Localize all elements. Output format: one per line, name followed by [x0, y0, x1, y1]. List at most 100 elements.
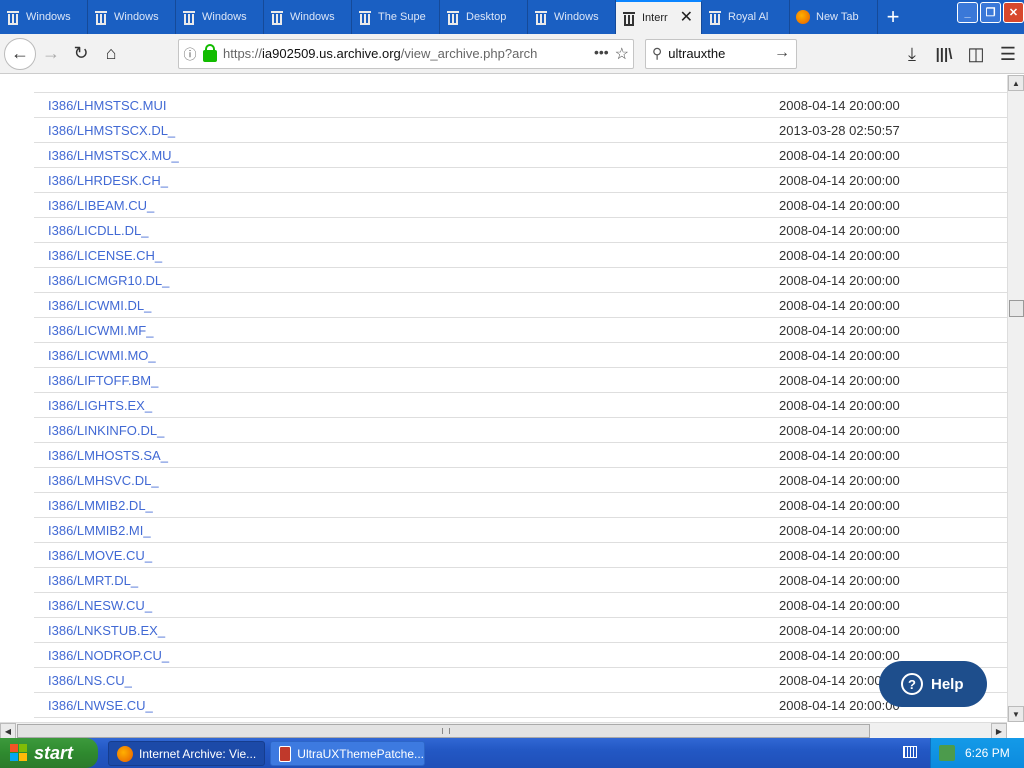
file-link[interactable]: I386/LNKSTUB.EX_: [48, 623, 165, 638]
file-link[interactable]: I386/LNS.CU_: [48, 673, 132, 688]
file-link[interactable]: I386/LNESW.CU_: [48, 598, 152, 613]
hamburger-menu-icon: ☰: [999, 43, 1017, 64]
file-link[interactable]: I386/LMHSVC.DL_: [48, 473, 159, 488]
close-tab-icon[interactable]: ✕: [680, 10, 693, 26]
sidebar-icon: ◫: [967, 43, 985, 64]
minimize-button[interactable]: _: [957, 2, 978, 23]
file-link[interactable]: I386/LICWMI.MF_: [48, 323, 153, 338]
file-date: 2008-04-14 20:00:00: [779, 273, 900, 288]
tab-label: The Supe: [378, 11, 426, 23]
file-link[interactable]: I386/LMHOSTS.SA_: [48, 448, 168, 463]
file-link[interactable]: I386/LICMGR10.DL_: [48, 273, 169, 288]
file-date: 2008-04-14 20:00:00: [779, 523, 900, 538]
taskbar-item-label: Internet Archive: Vie...: [139, 746, 257, 761]
archive-icon: [6, 10, 20, 25]
file-date: 2008-04-14 20:00:00: [779, 98, 900, 113]
file-date: 2008-04-14 20:00:00: [779, 573, 900, 588]
browser-tab[interactable]: Windows: [0, 0, 88, 34]
browser-tab[interactable]: Windows: [88, 0, 176, 34]
file-link[interactable]: I386/LHMSTSC.MUI: [48, 98, 166, 113]
scroll-down-button[interactable]: ▼: [1008, 706, 1024, 722]
file-link[interactable]: I386/LHMSTSCX.DL_: [48, 123, 175, 138]
search-go-icon[interactable]: →: [774, 44, 790, 62]
table-row: I386/LMHSVC.DL_ 2008-04-14 20:00:00: [34, 468, 1007, 493]
reload-button[interactable]: ↻: [66, 39, 96, 69]
file-link[interactable]: I386/LMOVE.CU_: [48, 548, 152, 563]
file-link[interactable]: I386/LMMIB2.MI_: [48, 523, 151, 538]
url-text[interactable]: https://ia902509.us.archive.org/view_arc…: [223, 46, 543, 61]
url-bar[interactable]: ⓘ https://ia902509.us.archive.org/view_a…: [178, 38, 634, 69]
file-link[interactable]: I386/LMMIB2.DL_: [48, 498, 153, 513]
file-link[interactable]: I386/LINKINFO.DL_: [48, 423, 164, 438]
scroll-left-button[interactable]: ◀: [0, 723, 16, 739]
taskbar-item-firefox[interactable]: Internet Archive: Vie...: [108, 741, 265, 766]
file-link[interactable]: I386/LNODROP.CU_: [48, 648, 169, 663]
file-link[interactable]: I386/LHMSTSCX.MU_: [48, 148, 179, 163]
bookmark-star-icon[interactable]: ☆: [615, 44, 629, 64]
new-tab-button[interactable]: +: [878, 0, 908, 34]
browser-tab[interactable]: Windows: [264, 0, 352, 34]
info-icon[interactable]: ⓘ: [179, 44, 201, 63]
back-button[interactable]: ←: [4, 37, 36, 70]
file-link[interactable]: I386/LIFTOFF.BM_: [48, 373, 158, 388]
file-link[interactable]: I386/LIGHTS.EX_: [48, 398, 152, 413]
archive-icon: [708, 10, 722, 25]
file-link[interactable]: I386/LMRT.DL_: [48, 573, 138, 588]
file-date: 2013-03-28 02:50:57: [779, 123, 900, 138]
browser-tab[interactable]: The Supe: [352, 0, 440, 34]
horizontal-scrollbar[interactable]: ◀ ▶: [0, 722, 1007, 739]
browser-tab[interactable]: Interr ✕: [616, 0, 702, 34]
browser-tab[interactable]: Desktop: [440, 0, 528, 34]
taskbar-item-ultrauxthemepatcher[interactable]: UltraUXThemePatche...: [270, 741, 425, 766]
file-link[interactable]: I386/LICWMI.DL_: [48, 298, 151, 313]
close-window-button[interactable]: ✕: [1003, 2, 1024, 23]
archive-icon: [622, 11, 636, 26]
file-date: 2008-04-14 20:00:00: [779, 498, 900, 513]
file-link[interactable]: I386/LHRDESK.CH_: [48, 173, 168, 188]
search-bar[interactable]: ⚲ ultrauxthe →: [645, 38, 797, 69]
table-row: I386/LNESW.CU_ 2008-04-14 20:00:00: [34, 593, 1007, 618]
browser-tab[interactable]: Royal Al: [702, 0, 790, 34]
search-input[interactable]: ultrauxthe: [668, 46, 725, 61]
file-link[interactable]: I386/LNWSE.CU_: [48, 698, 153, 713]
file-link[interactable]: I386/LICENSE.CH_: [48, 248, 162, 263]
archive-file-list: I386/LHMSTSC.MUI 2008-04-14 20:00:00 I386/…: [34, 75, 1007, 722]
home-button[interactable]: ⌂: [96, 39, 126, 69]
table-row: I386/LMHOSTS.SA_ 2008-04-14 20:00:00: [34, 443, 1007, 468]
browser-tab[interactable]: Windows: [528, 0, 616, 34]
table-row: I386/LICENSE.CH_ 2008-04-14 20:00:00: [34, 243, 1007, 268]
keyboard-icon[interactable]: [903, 746, 917, 758]
page-actions-button[interactable]: •••: [594, 44, 609, 64]
start-button[interactable]: start: [0, 738, 98, 768]
downloads-button[interactable]: ⤓: [896, 39, 928, 69]
vertical-scrollbar[interactable]: ▲ ▼: [1007, 75, 1024, 722]
vertical-scroll-thumb[interactable]: [1009, 300, 1024, 317]
network-icon[interactable]: [939, 745, 955, 761]
file-link[interactable]: I386/LICDLL.DL_: [48, 223, 148, 238]
download-icon: ⤓: [908, 43, 916, 64]
sidebar-button[interactable]: ◫: [960, 39, 992, 69]
table-row: I386/LMRT.DL_ 2008-04-14 20:00:00: [34, 568, 1007, 593]
scroll-up-button[interactable]: ▲: [1008, 75, 1024, 91]
forward-button[interactable]: →: [36, 39, 66, 69]
table-row: I386/LHMSTSCX.DL_ 2013-03-28 02:50:57: [34, 118, 1007, 143]
windows-logo-icon: [10, 744, 28, 762]
file-date: 2008-04-14 20:00:00: [779, 423, 900, 438]
installer-icon: [279, 745, 292, 762]
table-row: I386/LMOVE.CU_ 2008-04-14 20:00:00: [34, 543, 1007, 568]
horizontal-scroll-thumb[interactable]: [17, 724, 870, 738]
menu-button[interactable]: ☰: [992, 39, 1024, 69]
file-date: 2008-04-14 20:00:00: [779, 148, 900, 163]
browser-tab[interactable]: New Tab: [790, 0, 878, 34]
table-row: I386/LIBEAM.CU_ 2008-04-14 20:00:00: [34, 193, 1007, 218]
archive-icon: [446, 10, 460, 25]
file-date: 2008-04-14 20:00:00: [779, 348, 900, 363]
restore-button[interactable]: ❐: [980, 2, 1001, 23]
file-link[interactable]: I386/LICWMI.MO_: [48, 348, 156, 363]
table-row: I386/LNWSE.CU_ 2008-04-14 20:00:00: [34, 693, 1007, 718]
file-link[interactable]: I386/LIBEAM.CU_: [48, 198, 154, 213]
help-button[interactable]: ? Help: [879, 661, 987, 707]
library-button[interactable]: |||\: [928, 39, 960, 69]
scroll-right-button[interactable]: ▶: [991, 723, 1007, 739]
browser-tab[interactable]: Windows: [176, 0, 264, 34]
